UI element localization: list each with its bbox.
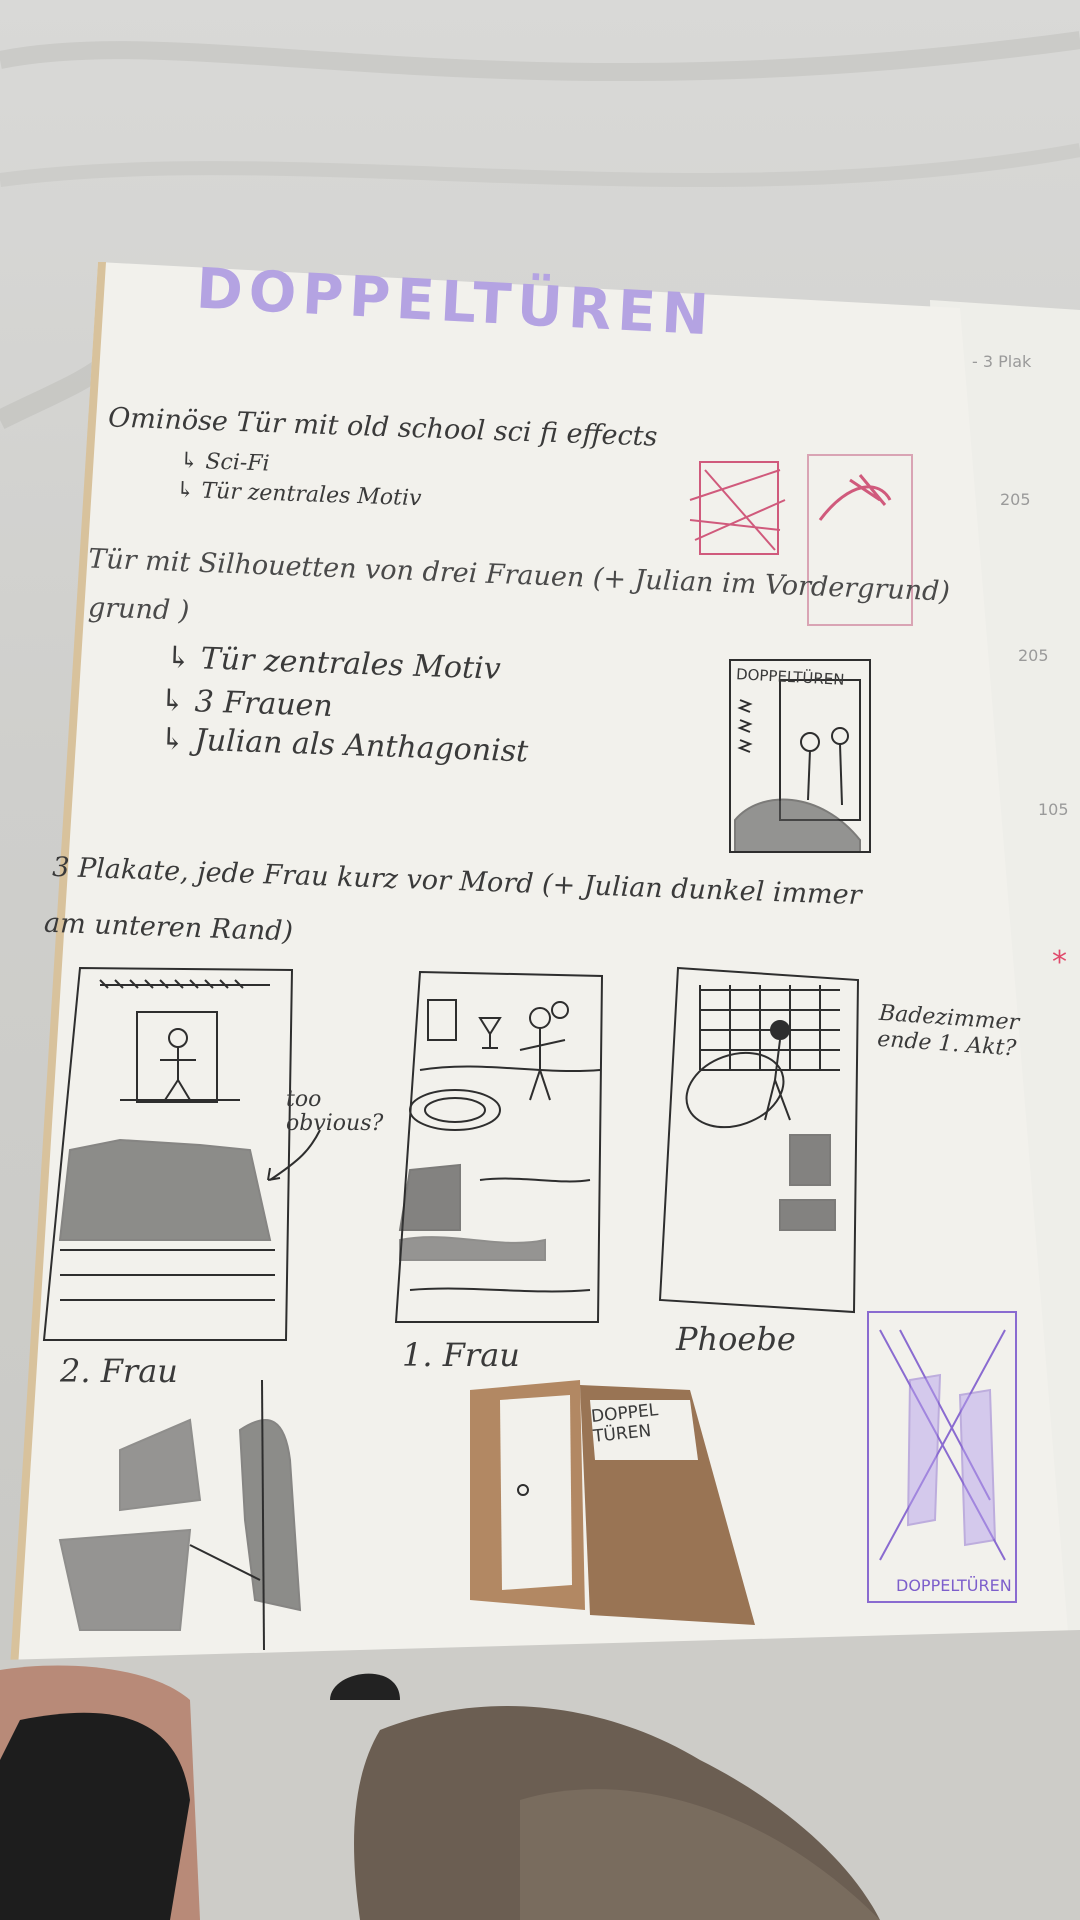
idea1-point-1: ↳ Sci-Fi	[179, 448, 271, 477]
svg-text:*: *	[1052, 945, 1067, 980]
next-page-fragment-1: - 3 Plak	[972, 352, 1032, 371]
photo-scene: * DOPPELTÜREN Ominöse Tür mit old school…	[0, 0, 1080, 1920]
caption-phoebe: Phoebe	[676, 1320, 796, 1358]
caption-1-frau: 1. Frau	[402, 1336, 520, 1374]
purple-sketch-title: DOPPELTÜREN	[896, 1576, 1012, 1595]
caption-2-frau: 2. Frau	[60, 1352, 178, 1390]
idea2-point-2: ↳ 3 Frauen	[159, 682, 334, 725]
too-obvious-note: too obvious?	[286, 1087, 384, 1136]
next-page-fragment-3: 205	[1018, 646, 1049, 665]
next-page-fragment-4: 105	[1038, 800, 1069, 819]
next-page-fragment-2: 205	[1000, 490, 1031, 509]
badezimmer-note: Badezimmer ende 1. Akt?	[876, 1000, 1020, 1062]
idea2-heading-line2: grund )	[87, 592, 190, 627]
